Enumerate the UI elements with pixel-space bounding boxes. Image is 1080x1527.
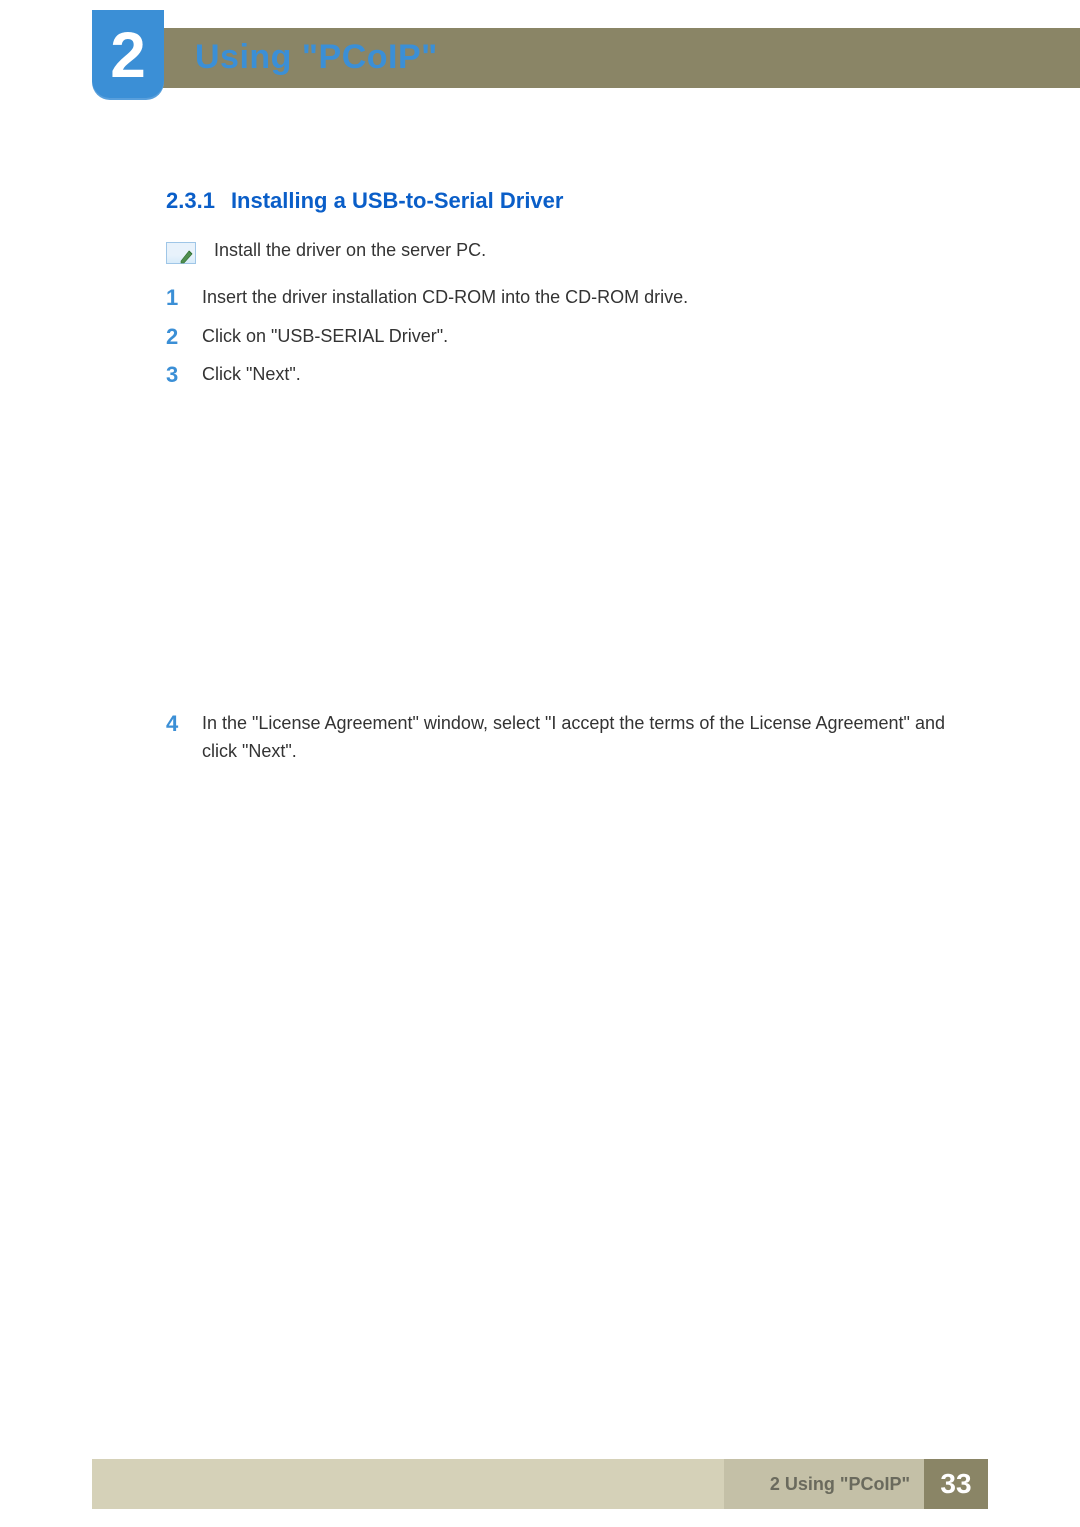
section-number: 2.3.1 (166, 188, 215, 213)
footer-bar (92, 1459, 724, 1509)
step-number: 2 (166, 323, 184, 352)
step-text: Click on "USB-SERIAL Driver". (202, 323, 980, 351)
step-row: 3 Click "Next". (166, 361, 980, 390)
step-text: Click "Next". (202, 361, 980, 389)
step-number: 3 (166, 361, 184, 390)
note-text: Install the driver on the server PC. (214, 240, 486, 261)
step-text: In the "License Agreement" window, selec… (202, 710, 980, 766)
step-row: 1 Insert the driver installation CD-ROM … (166, 284, 980, 313)
section-heading: 2.3.1 Installing a USB-to-Serial Driver (166, 188, 980, 214)
section-title: Installing a USB-to-Serial Driver (231, 188, 564, 213)
page-content: 2.3.1 Installing a USB-to-Serial Driver I… (166, 188, 980, 776)
step-row: 4 In the "License Agreement" window, sel… (166, 710, 980, 766)
footer-page-number: 33 (924, 1459, 988, 1509)
step-text: Insert the driver installation CD-ROM in… (202, 284, 980, 312)
step-row: 2 Click on "USB-SERIAL Driver". (166, 323, 980, 352)
note-icon (166, 242, 196, 264)
step-number: 1 (166, 284, 184, 313)
step-number: 4 (166, 710, 184, 739)
chapter-title: Using "PCoIP" (195, 38, 438, 77)
note-row: Install the driver on the server PC. (166, 240, 980, 264)
page-footer: 2 Using "PCoIP" 33 (92, 1459, 988, 1509)
screenshot-placeholder (166, 400, 980, 710)
footer-chapter-label: 2 Using "PCoIP" (724, 1459, 924, 1509)
chapter-number-badge: 2 (92, 10, 164, 100)
